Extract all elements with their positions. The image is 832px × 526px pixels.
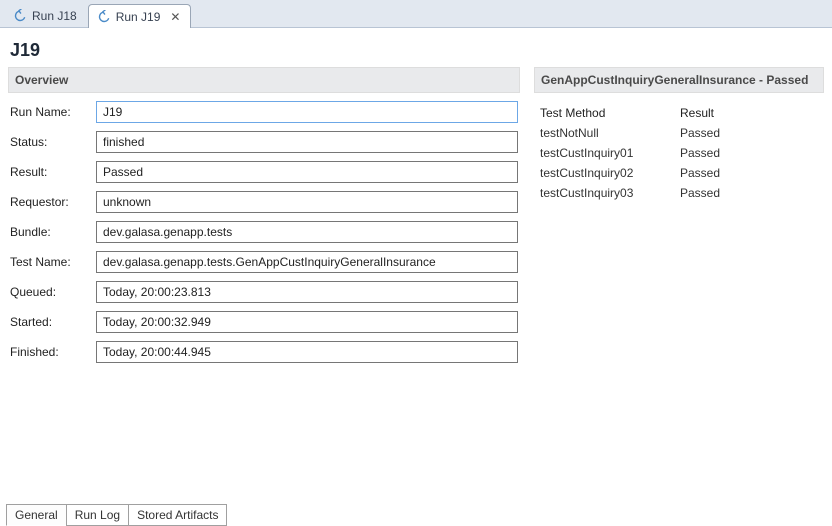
row-run-name: Run Name:	[10, 101, 518, 123]
input-finished[interactable]	[96, 341, 518, 363]
tab-label: Run J18	[32, 9, 77, 23]
label-requestor: Requestor:	[10, 195, 96, 209]
label-run-name: Run Name:	[10, 105, 96, 119]
input-test-name[interactable]	[96, 251, 518, 273]
cell-result: Passed	[680, 126, 818, 140]
cell-method: testCustInquiry03	[540, 186, 680, 200]
label-status: Status:	[10, 135, 96, 149]
row-result: Result:	[10, 161, 518, 183]
cell-method: testNotNull	[540, 126, 680, 140]
table-row[interactable]: testCustInquiry01 Passed	[540, 143, 818, 163]
input-bundle[interactable]	[96, 221, 518, 243]
row-status: Status:	[10, 131, 518, 153]
input-result[interactable]	[96, 161, 518, 183]
row-test-name: Test Name:	[10, 251, 518, 273]
input-run-name[interactable]	[96, 101, 518, 123]
tests-panel: GenAppCustInquiryGeneralInsurance - Pass…	[534, 67, 824, 502]
input-started[interactable]	[96, 311, 518, 333]
row-requestor: Requestor:	[10, 191, 518, 213]
close-icon[interactable]: ✕	[170, 10, 180, 24]
bottom-tab-bar: General Run Log Stored Artifacts	[0, 502, 832, 526]
overview-form: Run Name: Status: Result: Requestor: Bun…	[8, 101, 520, 363]
label-result: Result:	[10, 165, 96, 179]
input-requestor[interactable]	[96, 191, 518, 213]
label-queued: Queued:	[10, 285, 96, 299]
page-title: J19	[0, 28, 832, 67]
content-area: Overview Run Name: Status: Result: Reque…	[0, 67, 832, 502]
table-row[interactable]: testNotNull Passed	[540, 123, 818, 143]
label-finished: Finished:	[10, 345, 96, 359]
editor-tab-bar: Run J18 Run J19 ✕	[0, 0, 832, 28]
input-queued[interactable]	[96, 281, 518, 303]
cell-method: testCustInquiry02	[540, 166, 680, 180]
cell-method: testCustInquiry01	[540, 146, 680, 160]
col-header-result: Result	[680, 106, 818, 120]
row-queued: Queued:	[10, 281, 518, 303]
row-finished: Finished:	[10, 341, 518, 363]
row-bundle: Bundle:	[10, 221, 518, 243]
tab-run-log[interactable]: Run Log	[66, 504, 129, 526]
tab-stored-artifacts[interactable]: Stored Artifacts	[128, 504, 227, 526]
cell-result: Passed	[680, 166, 818, 180]
table-row[interactable]: testCustInquiry02 Passed	[540, 163, 818, 183]
editor-tab-run-j18[interactable]: Run J18	[4, 3, 88, 27]
run-icon	[97, 10, 111, 24]
col-header-method: Test Method	[540, 106, 680, 120]
label-bundle: Bundle:	[10, 225, 96, 239]
tests-table: Test Method Result testNotNull Passed te…	[534, 101, 824, 205]
label-test-name: Test Name:	[10, 255, 96, 269]
cell-result: Passed	[680, 146, 818, 160]
editor-tab-run-j19[interactable]: Run J19 ✕	[88, 4, 192, 28]
tests-table-header: Test Method Result	[540, 103, 818, 123]
tab-general[interactable]: General	[6, 504, 67, 526]
tests-header: GenAppCustInquiryGeneralInsurance - Pass…	[534, 67, 824, 93]
table-row[interactable]: testCustInquiry03 Passed	[540, 183, 818, 203]
overview-panel: Overview Run Name: Status: Result: Reque…	[8, 67, 520, 502]
run-icon	[13, 9, 27, 23]
cell-result: Passed	[680, 186, 818, 200]
input-status[interactable]	[96, 131, 518, 153]
label-started: Started:	[10, 315, 96, 329]
row-started: Started:	[10, 311, 518, 333]
overview-header: Overview	[8, 67, 520, 93]
tab-label: Run J19	[116, 10, 161, 24]
